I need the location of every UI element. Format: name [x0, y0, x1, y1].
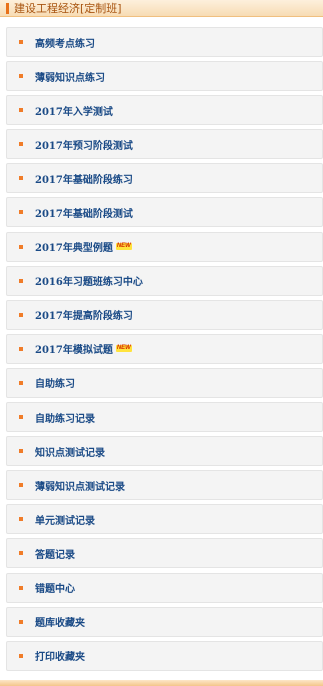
- bullet-icon: [19, 415, 23, 420]
- menu-item-label: 题库收藏夹: [35, 618, 85, 630]
- bullet-icon: [19, 380, 23, 385]
- menu-item[interactable]: 答题记录: [6, 538, 323, 569]
- panel-footer: [0, 680, 323, 686]
- menu-item[interactable]: 打印收藏夹: [6, 640, 323, 671]
- menu-item-label: 知识点测试记录: [35, 447, 105, 459]
- menu-panel: 建设工程经济[定制班] 高频考点练习 薄弱知识点练习 2017年入学测试 2017年预…: [0, 0, 323, 686]
- menu-item-label: 错题中心: [35, 584, 75, 595]
- menu-item-label: 答题记录: [35, 549, 75, 561]
- bullet-icon: [19, 517, 23, 522]
- new-badge: NEW: [115, 345, 132, 353]
- menu-item-label: 2017年入学测试: [35, 106, 113, 118]
- menu-item-label: 2017年基础阶段测试: [35, 208, 133, 220]
- panel-header: 建设工程经济[定制班]: [0, 0, 323, 17]
- menu-item[interactable]: 错题中心: [6, 572, 323, 603]
- menu-item-label: 单元测试记录: [35, 515, 95, 527]
- menu-item-label: 2017年基础阶段练习: [35, 174, 133, 186]
- menu-item[interactable]: 自助练习记录: [6, 402, 323, 433]
- menu-item[interactable]: 单元测试记录: [6, 504, 323, 535]
- bullet-icon: [19, 585, 23, 590]
- bullet-icon: [19, 312, 23, 317]
- menu-item[interactable]: 2017年模拟试题 NEW: [6, 333, 323, 364]
- menu-item[interactable]: 2016年习题班练习中心: [6, 265, 323, 296]
- bullet-icon: [19, 74, 23, 79]
- menu-item-label: 2017年预习阶段测试: [35, 140, 133, 152]
- menu-item[interactable]: 高频考点练习: [6, 27, 323, 57]
- panel-title: 建设工程经济[定制班]: [14, 2, 122, 15]
- menu-item-label: 自助练习记录: [35, 413, 95, 425]
- menu-item-label: 2017年模拟试题: [35, 345, 113, 357]
- bullet-icon: [19, 176, 23, 181]
- bullet-icon: [19, 483, 23, 488]
- menu-item-label: 薄弱知识点测试记录: [35, 481, 125, 493]
- menu-item-label: 高频考点练习: [35, 38, 95, 50]
- menu-item[interactable]: 题库收藏夹: [6, 606, 323, 637]
- menu-item[interactable]: 知识点测试记录: [6, 436, 323, 467]
- header-accent-bar: [6, 2, 9, 14]
- menu-item-label: 打印收藏夹: [35, 652, 85, 664]
- bullet-icon: [19, 653, 23, 658]
- bullet-icon: [19, 40, 23, 44]
- menu-item-label: 2017年典型例题: [35, 243, 113, 255]
- bullet-icon: [19, 619, 23, 624]
- bullet-icon: [19, 244, 23, 249]
- menu-item[interactable]: 2017年入学测试: [6, 95, 323, 126]
- menu-item[interactable]: 自助练习: [6, 367, 323, 398]
- menu-item[interactable]: 2017年基础阶段测试: [6, 197, 323, 228]
- menu-item-label: 自助练习: [35, 379, 75, 391]
- menu-item[interactable]: 2017年基础阶段练习: [6, 163, 323, 194]
- menu-item[interactable]: 2017年典型例题 NEW: [6, 231, 323, 262]
- bullet-icon: [19, 346, 23, 351]
- menu-item[interactable]: 薄弱知识点练习: [6, 61, 323, 92]
- bullet-icon: [19, 210, 23, 215]
- menu-item-label: 薄弱知识点练习: [35, 72, 105, 84]
- menu-item-label: 2016年习题班练习中心: [35, 277, 143, 289]
- menu-item-label: 2017年提高阶段练习: [35, 311, 133, 323]
- menu-item[interactable]: 2017年提高阶段练习: [6, 299, 323, 330]
- bullet-icon: [19, 142, 23, 147]
- bullet-icon: [19, 449, 23, 454]
- bullet-icon: [19, 108, 23, 113]
- menu-list: 高频考点练习 薄弱知识点练习 2017年入学测试 2017年预习阶段测试 2017年基础…: [0, 17, 323, 671]
- bullet-icon: [19, 551, 23, 556]
- bullet-icon: [19, 278, 23, 283]
- menu-item[interactable]: 薄弱知识点测试记录: [6, 470, 323, 501]
- menu-item[interactable]: 2017年预习阶段测试: [6, 129, 323, 160]
- new-badge: NEW: [115, 243, 132, 251]
